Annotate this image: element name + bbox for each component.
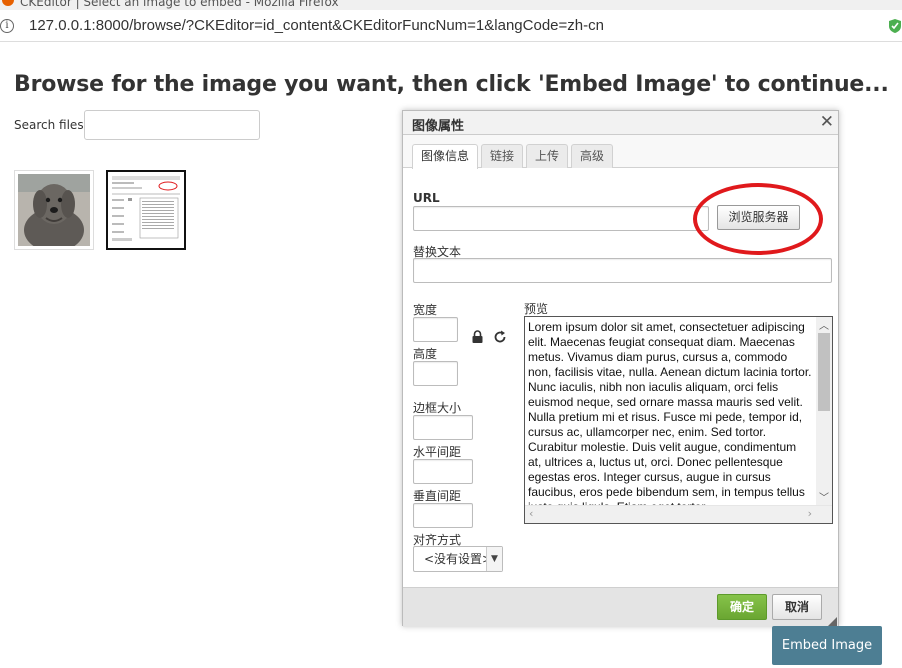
resize-handle-icon[interactable] <box>828 617 837 626</box>
scroll-up-icon[interactable]: ︿ <box>819 317 829 332</box>
align-select[interactable]: <没有设置> ▼ <box>413 546 503 572</box>
info-icon[interactable]: i <box>0 19 14 33</box>
url-text[interactable]: 127.0.0.1:8000/browse/?CKEditor=id_conte… <box>29 17 604 34</box>
alt-text-input[interactable] <box>413 258 832 283</box>
width-label: 宽度 <box>413 303 438 317</box>
chevron-down-icon[interactable]: ▼ <box>486 547 502 571</box>
height-input[interactable] <box>413 361 458 386</box>
tab-image-info[interactable]: 图像信息 <box>412 144 479 169</box>
scroll-left-icon[interactable]: ‹ <box>529 507 533 520</box>
dialog-title: 图像属性 <box>412 119 465 134</box>
dialog-titlebar[interactable]: 图像属性 ✕ <box>403 111 838 135</box>
vspace-label: 垂直间距 <box>413 489 462 503</box>
scroll-down-icon[interactable]: ﹀ <box>819 489 829 504</box>
tab-link[interactable]: 链接 <box>481 144 524 168</box>
search-label: Search files: <box>14 118 88 132</box>
preview-vertical-scrollbar[interactable]: ︿ ﹀ <box>816 317 832 507</box>
scroll-thumb[interactable] <box>818 333 830 411</box>
firefox-icon <box>2 0 14 6</box>
window-titlebar: CKEditor | Select an image to embed - Mo… <box>0 0 902 10</box>
close-icon[interactable]: ✕ <box>820 112 834 132</box>
vspace-input[interactable] <box>413 503 473 528</box>
align-select-value: <没有设置> <box>424 552 493 566</box>
screenshot-thumbnail-icon <box>110 174 182 246</box>
scroll-right-icon[interactable]: › <box>808 507 812 520</box>
embed-image-button[interactable]: Embed Image <box>772 626 882 665</box>
shield-icon[interactable] <box>888 18 902 34</box>
annotation-circle <box>693 183 823 255</box>
tab-upload[interactable]: 上传 <box>526 144 569 168</box>
width-input[interactable] <box>413 317 458 342</box>
preview-label: 预览 <box>524 302 549 316</box>
address-bar[interactable]: i 127.0.0.1:8000/browse/?CKEditor=id_con… <box>0 10 902 42</box>
preview-box[interactable]: Lorem ipsum dolor sit amet, consectetuer… <box>524 316 833 524</box>
dialog-tabbar: 图像信息 链接 上传 高级 <box>403 135 838 169</box>
image-thumbnail-dog[interactable] <box>14 170 94 252</box>
tab-advanced[interactable]: 高级 <box>571 144 614 168</box>
preview-horizontal-scrollbar[interactable]: ‹ › <box>525 505 832 523</box>
height-label: 高度 <box>413 347 438 361</box>
window-title: CKEditor | Select an image to embed - Mo… <box>20 0 339 9</box>
lock-icon[interactable] <box>471 330 484 344</box>
preview-text: Lorem ipsum dolor sit amet, consectetuer… <box>528 320 812 514</box>
dialog-footer: 确定 取消 <box>403 587 838 627</box>
page-heading: Browse for the image you want, then clic… <box>14 72 889 97</box>
image-properties-dialog: 图像属性 ✕ 图像信息 链接 上传 高级 URL 浏览服务器 替换文本 宽度 高… <box>402 110 839 627</box>
search-input[interactable] <box>84 110 260 140</box>
hspace-input[interactable] <box>413 459 473 484</box>
image-thumbnail-screenshot[interactable] <box>106 170 186 250</box>
dog-photo-icon <box>18 174 90 252</box>
hspace-label: 水平间距 <box>413 445 462 459</box>
cancel-button[interactable]: 取消 <box>772 594 822 620</box>
border-input[interactable] <box>413 415 473 440</box>
url-label: URL <box>413 191 440 205</box>
border-label: 边框大小 <box>413 401 462 415</box>
url-input[interactable] <box>413 206 709 231</box>
reset-size-icon[interactable] <box>494 330 507 344</box>
ok-button[interactable]: 确定 <box>717 594 767 620</box>
